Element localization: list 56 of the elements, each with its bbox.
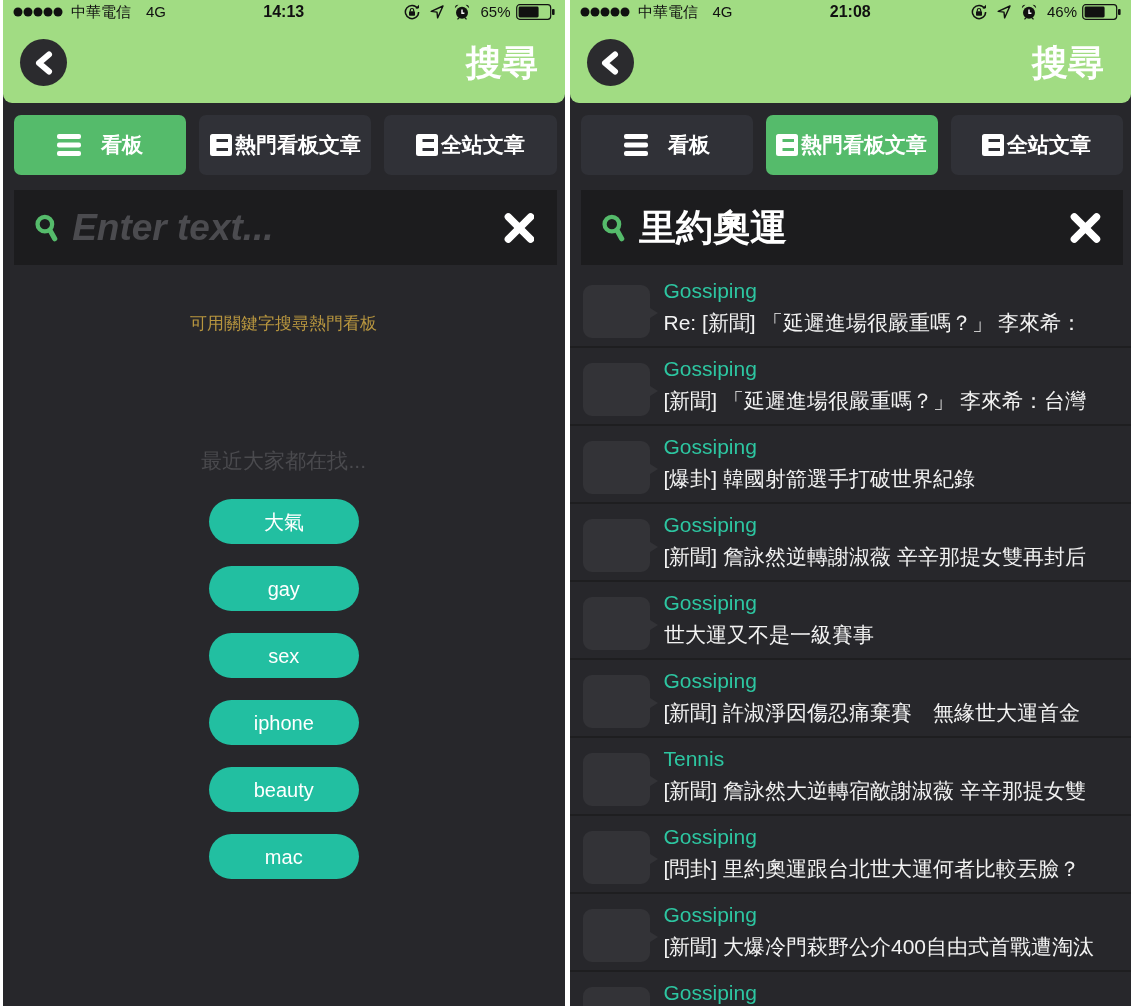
article-title[interactable]: [新聞] 詹詠然逆轉謝淑薇 辛辛那提女雙再封后 [663,544,1086,570]
back-button[interactable] [586,39,634,86]
carrier-name: 中華電信 [637,1,698,22]
board-name[interactable]: Tennis [663,747,725,771]
tab[interactable]: 熱門看板文章 [199,115,372,175]
board-name[interactable]: Gossiping [663,513,757,537]
chevron-left-icon [600,50,620,75]
article-title[interactable]: [新聞] 「延遲進場很嚴重嗎？」 李來希：台灣 [663,388,1086,414]
status-time: 14:13 [263,2,305,22]
status-time: 21:08 [829,2,871,22]
board-name[interactable]: Gossiping [663,981,757,1005]
tab[interactable]: 全站文章 [384,115,557,175]
battery-percent: 46% [1046,1,1077,22]
board-name[interactable]: Gossiping [663,903,757,927]
board-name[interactable]: Gossiping [663,669,757,693]
board-name[interactable]: Gossiping [663,435,757,459]
network-type: 4G [712,1,733,22]
battery-icon [1082,4,1121,20]
location-arrow-icon [996,5,1011,19]
menu-icon [623,134,648,156]
signal-icon [13,7,63,17]
article-title[interactable]: [問卦] 里約奧運跟台北世大運何者比較丟臉？ [663,856,1080,882]
document-icon [415,134,438,156]
carrier-name: 中華電信 [71,1,131,22]
article-title[interactable]: 世大運又不是一級賽事 [663,622,874,648]
board-name[interactable]: Gossiping [663,357,757,381]
search-input[interactable]: 里約奧運 [638,199,1071,256]
article-title[interactable]: [爆卦] 韓國射箭選手打破世界紀錄 [663,466,975,492]
hint-text: 可用關鍵字搜尋熱門看板 [190,313,378,335]
network-type: 4G [146,1,166,22]
rotation-lock-icon [970,4,987,20]
document-icon [982,134,1005,156]
location-arrow-icon [430,5,445,19]
article-title[interactable]: Re: [新聞] 「延遲進場很嚴重嗎？」 李來希： [663,310,1083,336]
article-title[interactable]: [新聞] 詹詠然大逆轉宿敵謝淑薇 辛辛那提女雙 [663,778,1086,804]
alarm-clock-icon [1020,4,1037,20]
document-icon [209,134,232,156]
alarm-clock-icon [454,4,471,20]
article-title[interactable]: [新聞] 許淑淨因傷忍痛棄賽 無緣世大運首金 [663,700,1080,726]
battery-icon [515,4,555,20]
battery-percent: 65% [480,1,511,22]
board-name[interactable]: Gossiping [663,591,757,615]
signal-icon [579,7,630,17]
menu-icon [57,134,82,156]
tab[interactable]: 全站文章 [950,115,1123,175]
page-title: 搜尋 [1032,44,1104,81]
board-name[interactable]: Gossiping [663,825,757,849]
article-title[interactable]: [新聞] 大爆冷門萩野公介400自由式首戰遭淘汰 [663,934,1095,960]
board-name[interactable]: Gossiping [663,279,757,303]
page-title: 搜尋 [465,44,538,81]
back-button[interactable] [20,39,67,86]
chevron-left-icon [33,50,54,75]
document-icon [776,134,799,156]
search-field[interactable]: 里約奧運 [580,190,1123,265]
rotation-lock-icon [404,4,421,20]
tab[interactable]: 看板 [580,115,753,175]
